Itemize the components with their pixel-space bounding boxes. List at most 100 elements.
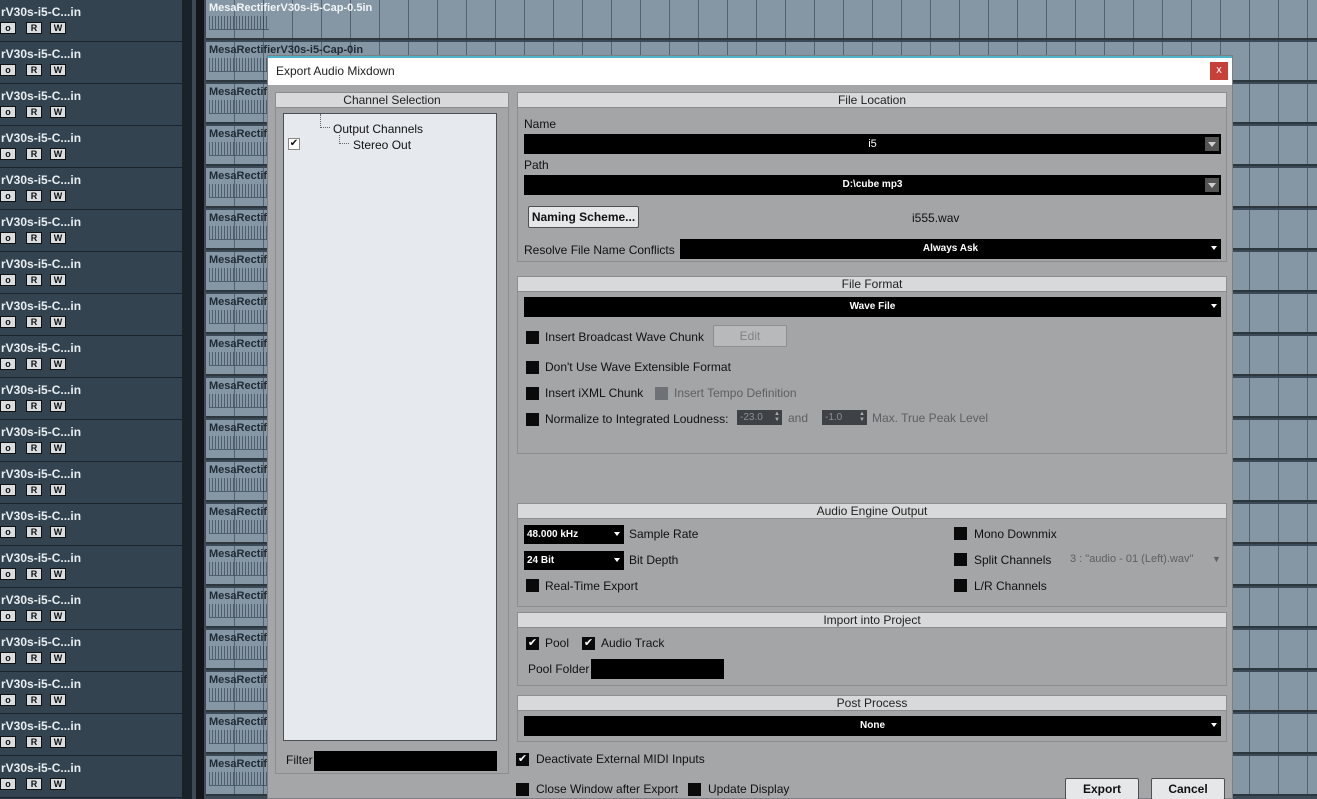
monitor-button[interactable]: o bbox=[0, 274, 16, 286]
write-automation-button[interactable]: W bbox=[50, 484, 66, 496]
monitor-button[interactable]: o bbox=[0, 358, 16, 370]
track-header[interactable]: rV30s-i5-C...in o R W bbox=[0, 126, 182, 168]
update-display-checkbox[interactable] bbox=[688, 783, 701, 796]
write-automation-button[interactable]: W bbox=[50, 106, 66, 118]
read-automation-button[interactable]: R bbox=[26, 358, 42, 370]
track-header[interactable]: rV30s-i5-C...in o R W bbox=[0, 252, 182, 294]
monitor-button[interactable]: o bbox=[0, 652, 16, 664]
track-header[interactable]: rV30s-i5-C...in o R W bbox=[0, 42, 182, 84]
write-automation-button[interactable]: W bbox=[50, 316, 66, 328]
monitor-button[interactable]: o bbox=[0, 694, 16, 706]
write-automation-button[interactable]: W bbox=[50, 736, 66, 748]
write-automation-button[interactable]: W bbox=[50, 652, 66, 664]
monitor-button[interactable]: o bbox=[0, 442, 16, 454]
monitor-button[interactable]: o bbox=[0, 568, 16, 580]
track-header[interactable]: rV30s-i5-C...in o R W bbox=[0, 378, 182, 420]
monitor-button[interactable]: o bbox=[0, 526, 16, 538]
monitor-button[interactable]: o bbox=[0, 610, 16, 622]
monitor-button[interactable]: o bbox=[0, 190, 16, 202]
read-automation-button[interactable]: R bbox=[26, 148, 42, 160]
chevron-down-icon[interactable] bbox=[1205, 178, 1219, 192]
track-header[interactable]: rV30s-i5-C...in o R W bbox=[0, 504, 182, 546]
normalize-checkbox[interactable] bbox=[526, 413, 539, 426]
track-header[interactable]: rV30s-i5-C...in o R W bbox=[0, 84, 182, 126]
close-button[interactable]: x bbox=[1210, 62, 1228, 80]
deactivate-midi-checkbox[interactable]: ✔ bbox=[516, 753, 529, 766]
track-header[interactable]: rV30s-i5-C...in o R W bbox=[0, 0, 182, 42]
monitor-button[interactable]: o bbox=[0, 64, 16, 76]
split-channels-value[interactable]: 3 : "audio - 01 (Left).wav" bbox=[1070, 553, 1193, 565]
naming-scheme-button[interactable]: Naming Scheme... bbox=[528, 206, 639, 228]
audio-track-checkbox[interactable]: ✔ bbox=[582, 637, 595, 650]
track-header[interactable]: rV30s-i5-C...in o R W bbox=[0, 210, 182, 252]
bit-depth-select[interactable]: 24 Bit bbox=[524, 551, 624, 570]
realtime-export-checkbox[interactable] bbox=[526, 579, 539, 592]
read-automation-button[interactable]: R bbox=[26, 694, 42, 706]
monitor-button[interactable]: o bbox=[0, 106, 16, 118]
sample-rate-select[interactable]: 48.000 kHz bbox=[524, 525, 624, 544]
write-automation-button[interactable]: W bbox=[50, 148, 66, 160]
read-automation-button[interactable]: R bbox=[26, 778, 42, 790]
close-after-export-checkbox[interactable] bbox=[516, 783, 529, 796]
read-automation-button[interactable]: R bbox=[26, 400, 42, 412]
pool-checkbox[interactable]: ✔ bbox=[526, 637, 539, 650]
track-header[interactable]: rV30s-i5-C...in o R W bbox=[0, 672, 182, 714]
pool-folder-input[interactable] bbox=[591, 659, 724, 679]
track-header[interactable]: rV30s-i5-C...in o R W bbox=[0, 714, 182, 756]
write-automation-button[interactable]: W bbox=[50, 568, 66, 580]
split-channels-checkbox[interactable] bbox=[954, 553, 967, 566]
monitor-button[interactable]: o bbox=[0, 778, 16, 790]
track-header[interactable]: rV30s-i5-C...in o R W bbox=[0, 546, 182, 588]
read-automation-button[interactable]: R bbox=[26, 22, 42, 34]
stepper-arrows-icon[interactable]: ▲ ▼ bbox=[859, 411, 865, 423]
monitor-button[interactable]: o bbox=[0, 22, 16, 34]
read-automation-button[interactable]: R bbox=[26, 106, 42, 118]
read-automation-button[interactable]: R bbox=[26, 190, 42, 202]
tree-item-output-channels[interactable]: Output Channels bbox=[333, 122, 423, 136]
monitor-button[interactable]: o bbox=[0, 484, 16, 496]
write-automation-button[interactable]: W bbox=[50, 232, 66, 244]
track-header[interactable]: rV30s-i5-C...in o R W bbox=[0, 294, 182, 336]
write-automation-button[interactable]: W bbox=[50, 694, 66, 706]
write-automation-button[interactable]: W bbox=[50, 526, 66, 538]
path-input[interactable]: D:\cube mp3 bbox=[524, 175, 1221, 195]
track-header[interactable]: rV30s-i5-C...in o R W bbox=[0, 336, 182, 378]
loudness-stepper[interactable]: -23.0 ▲ ▼ bbox=[737, 410, 782, 425]
lr-channels-checkbox[interactable] bbox=[954, 579, 967, 592]
filter-input[interactable] bbox=[314, 751, 497, 771]
monitor-button[interactable]: o bbox=[0, 232, 16, 244]
tree-item-stereo-out[interactable]: Stereo Out bbox=[353, 138, 411, 152]
track-list-splitter[interactable] bbox=[182, 0, 192, 799]
post-process-select[interactable]: None bbox=[524, 716, 1221, 736]
tempo-definition-checkbox[interactable] bbox=[655, 387, 668, 400]
audio-event-lane[interactable]: MesaRectifierV30s-i5-Cap-0.5in bbox=[206, 0, 1317, 40]
track-header[interactable]: rV30s-i5-C...in o R W bbox=[0, 756, 182, 798]
read-automation-button[interactable]: R bbox=[26, 484, 42, 496]
read-automation-button[interactable]: R bbox=[26, 274, 42, 286]
read-automation-button[interactable]: R bbox=[26, 652, 42, 664]
broadcast-wave-checkbox[interactable] bbox=[526, 331, 539, 344]
write-automation-button[interactable]: W bbox=[50, 778, 66, 790]
monitor-button[interactable]: o bbox=[0, 148, 16, 160]
cancel-button[interactable]: Cancel bbox=[1151, 778, 1225, 799]
monitor-button[interactable]: o bbox=[0, 736, 16, 748]
write-automation-button[interactable]: W bbox=[50, 22, 66, 34]
write-automation-button[interactable]: W bbox=[50, 358, 66, 370]
conflicts-select[interactable]: Always Ask bbox=[680, 239, 1221, 259]
ixml-checkbox[interactable] bbox=[526, 387, 539, 400]
write-automation-button[interactable]: W bbox=[50, 274, 66, 286]
write-automation-button[interactable]: W bbox=[50, 400, 66, 412]
name-input[interactable]: i5 bbox=[524, 134, 1221, 154]
write-automation-button[interactable]: W bbox=[50, 442, 66, 454]
file-format-select[interactable]: Wave File bbox=[524, 297, 1221, 317]
write-automation-button[interactable]: W bbox=[50, 64, 66, 76]
stepper-arrows-icon[interactable]: ▲ ▼ bbox=[774, 411, 780, 423]
write-automation-button[interactable]: W bbox=[50, 610, 66, 622]
read-automation-button[interactable]: R bbox=[26, 568, 42, 580]
chevron-down-icon[interactable]: ▼ bbox=[1212, 554, 1221, 564]
wave-extensible-checkbox[interactable] bbox=[526, 361, 539, 374]
mono-downmix-checkbox[interactable] bbox=[954, 527, 967, 540]
read-automation-button[interactable]: R bbox=[26, 316, 42, 328]
track-header[interactable]: rV30s-i5-C...in o R W bbox=[0, 630, 182, 672]
export-button[interactable]: Export bbox=[1065, 778, 1139, 799]
